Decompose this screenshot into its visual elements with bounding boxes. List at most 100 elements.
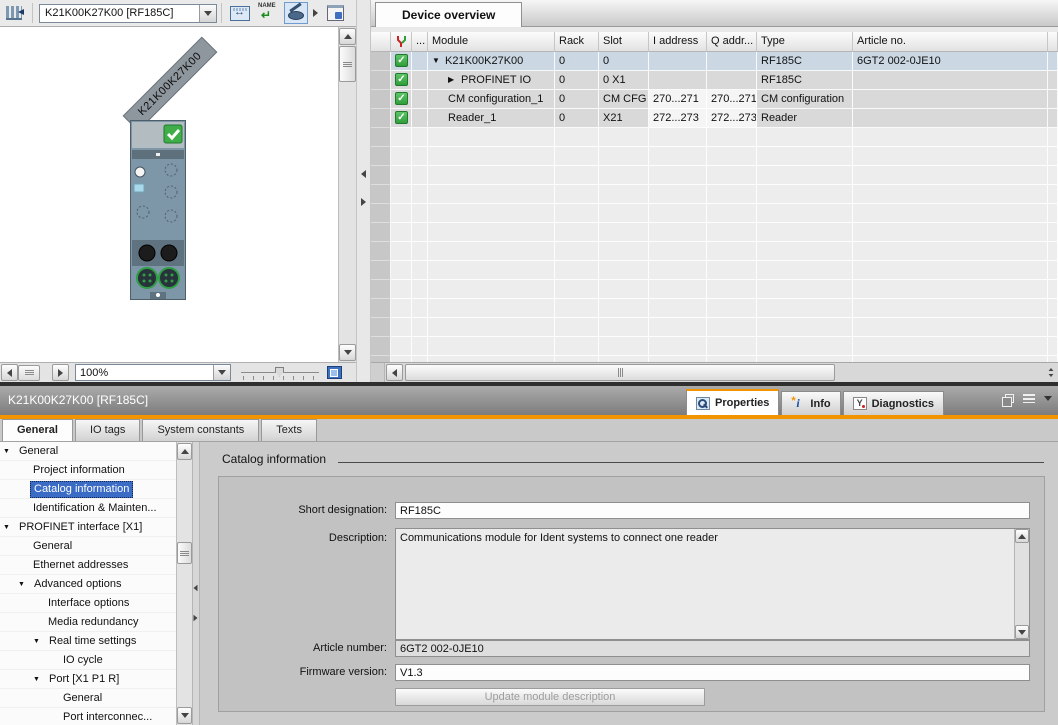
- module-window-button[interactable]: [323, 2, 347, 24]
- tab-properties[interactable]: Properties: [686, 389, 780, 415]
- chevron-down-icon[interactable]: [199, 4, 216, 22]
- tree-item-media-redundancy[interactable]: Media redundancy: [0, 613, 176, 632]
- firmware-version-field[interactable]: [395, 664, 1030, 681]
- pan-right-icon[interactable]: [52, 364, 69, 381]
- tree-item-io-cycle[interactable]: IO cycle: [0, 651, 176, 670]
- tab-system-constants[interactable]: System constants: [142, 419, 260, 441]
- scroll-up-icon[interactable]: [339, 28, 356, 45]
- header-status[interactable]: [391, 32, 412, 52]
- expand-icon[interactable]: ▼: [33, 670, 46, 689]
- scroll-up-icon[interactable]: [1015, 529, 1029, 543]
- table-row[interactable]: ✓ ▼ K21K00K27K00 0 0 RF185C 6GT2 002-0JE10: [371, 52, 1058, 71]
- article-cell[interactable]: [853, 109, 1048, 128]
- i-address-cell[interactable]: 272...273: [649, 109, 707, 128]
- tree-splitter[interactable]: [192, 442, 200, 725]
- tree-item-ethernet-addresses[interactable]: Ethernet addresses: [0, 556, 176, 575]
- header-module[interactable]: Module: [428, 32, 555, 52]
- scroll-down-icon[interactable]: [339, 344, 356, 361]
- scrollbar-thumb[interactable]: [339, 46, 356, 82]
- device-selector[interactable]: K21K00K27K00 [RF185C]: [39, 3, 217, 23]
- rack-cell[interactable]: 0: [555, 90, 599, 109]
- tree-item-port-interconnec[interactable]: Port interconnec...: [0, 708, 176, 725]
- article-cell[interactable]: 6GT2 002-0JE10: [853, 52, 1048, 71]
- module-cell[interactable]: ▶ PROFINET IO: [428, 71, 555, 90]
- type-cell[interactable]: RF185C: [757, 71, 853, 90]
- header-i-address[interactable]: I address: [649, 32, 707, 52]
- scroll-left-icon[interactable]: [386, 364, 403, 381]
- article-cell[interactable]: [853, 71, 1048, 90]
- tree-item-general[interactable]: ▼ General: [0, 442, 176, 461]
- splitter-quick-icon[interactable]: [1044, 364, 1057, 381]
- rack-cell[interactable]: 0: [555, 109, 599, 128]
- expand-icon[interactable]: ▼: [3, 442, 16, 461]
- chevron-down-icon[interactable]: [1044, 396, 1052, 401]
- collapse-left-icon[interactable]: [193, 584, 198, 592]
- update-module-description-button[interactable]: Update module description: [395, 688, 705, 706]
- table-row[interactable]: ✓ Reader_1 0 X21 272...273 272...273 Reader: [371, 109, 1058, 128]
- tab-device-overview[interactable]: Device overview: [375, 2, 523, 27]
- slot-cell[interactable]: 0 X1: [599, 71, 649, 90]
- tree-item-profinet-interface-x1[interactable]: ▼ PROFINET interface [X1]: [0, 518, 176, 537]
- scrollbar-thumb[interactable]: [405, 364, 835, 381]
- slot-cell[interactable]: X21: [599, 109, 649, 128]
- expand-icon[interactable]: ▼: [18, 575, 31, 594]
- module-cell[interactable]: ▼ K21K00K27K00: [428, 52, 555, 71]
- collapse-right-icon[interactable]: [193, 614, 198, 622]
- dropdown-arrow-icon[interactable]: [313, 9, 318, 17]
- device-view-vertical-scrollbar[interactable]: [338, 27, 356, 362]
- assign-device-name-button[interactable]: [256, 2, 280, 24]
- module-cell[interactable]: Reader_1: [428, 109, 555, 128]
- slot-cell[interactable]: 0: [599, 52, 649, 71]
- type-cell[interactable]: RF185C: [757, 52, 853, 71]
- i-address-cell[interactable]: [649, 52, 707, 71]
- tree-item-port-x1-p1-r[interactable]: ▼ Port [X1 P1 R]: [0, 670, 176, 689]
- tab-diagnostics[interactable]: Diagnostics: [842, 391, 944, 415]
- panel-splitter[interactable]: [356, 0, 371, 382]
- expand-icon[interactable]: ▼: [3, 518, 16, 537]
- header-q-address[interactable]: Q addr...: [707, 32, 757, 52]
- article-number-field[interactable]: [395, 640, 1030, 657]
- rack-cell[interactable]: 0: [555, 71, 599, 90]
- h-scrollbar-thumb[interactable]: [18, 364, 40, 381]
- tree-item-general[interactable]: General: [0, 537, 176, 556]
- i-address-cell[interactable]: 270...271: [649, 90, 707, 109]
- header-article[interactable]: Article no.: [853, 32, 1048, 52]
- collapse-right-icon[interactable]: [361, 198, 366, 206]
- chevron-down-icon[interactable]: [213, 365, 230, 380]
- short-designation-field[interactable]: [395, 502, 1030, 519]
- expand-icon[interactable]: ▼: [33, 632, 46, 651]
- table-row[interactable]: ✓ CM configuration_1 0 CM CFG 270...271 270..…: [371, 90, 1058, 109]
- q-address-cell[interactable]: [707, 52, 757, 71]
- tab-info[interactable]: Info: [781, 391, 841, 415]
- float-window-icon[interactable]: [1002, 394, 1014, 407]
- tab-texts[interactable]: Texts: [261, 419, 317, 441]
- header-comment[interactable]: ...: [412, 32, 428, 52]
- description-scrollbar[interactable]: [1014, 529, 1029, 639]
- tree-item-identification-mainten[interactable]: Identification & Mainten...: [0, 499, 176, 518]
- type-cell[interactable]: CM configuration: [757, 90, 853, 109]
- table-row[interactable]: ✓ ▶ PROFINET IO 0 0 X1 RF185C: [371, 71, 1058, 90]
- i-address-cell[interactable]: [649, 71, 707, 90]
- tree-item-interface-options[interactable]: Interface options: [0, 594, 176, 613]
- header-slot[interactable]: Slot: [599, 32, 649, 52]
- scroll-down-icon[interactable]: [1015, 625, 1029, 639]
- tab-general[interactable]: General: [2, 419, 73, 441]
- q-address-cell[interactable]: [707, 71, 757, 90]
- header-type[interactable]: Type: [757, 32, 853, 52]
- type-cell[interactable]: Reader: [757, 109, 853, 128]
- article-cell[interactable]: [853, 90, 1048, 109]
- overview-window-icon[interactable]: [327, 366, 342, 379]
- pan-width-button[interactable]: [228, 2, 252, 24]
- q-address-cell[interactable]: 272...273: [707, 109, 757, 128]
- zoom-slider[interactable]: [241, 365, 319, 381]
- menu-list-icon[interactable]: [1023, 394, 1035, 403]
- pan-left-icon[interactable]: [1, 364, 18, 381]
- zoom-select[interactable]: 100%: [75, 364, 231, 381]
- scroll-down-icon[interactable]: [177, 707, 192, 724]
- device-module-image[interactable]: [130, 120, 186, 300]
- rack-cell[interactable]: 0: [555, 52, 599, 71]
- tree-item-real-time-settings[interactable]: ▼ Real time settings: [0, 632, 176, 651]
- tree-item-project-information[interactable]: Project information: [0, 461, 176, 480]
- tree-scrollbar[interactable]: [176, 442, 192, 725]
- show-labels-button[interactable]: [284, 2, 308, 24]
